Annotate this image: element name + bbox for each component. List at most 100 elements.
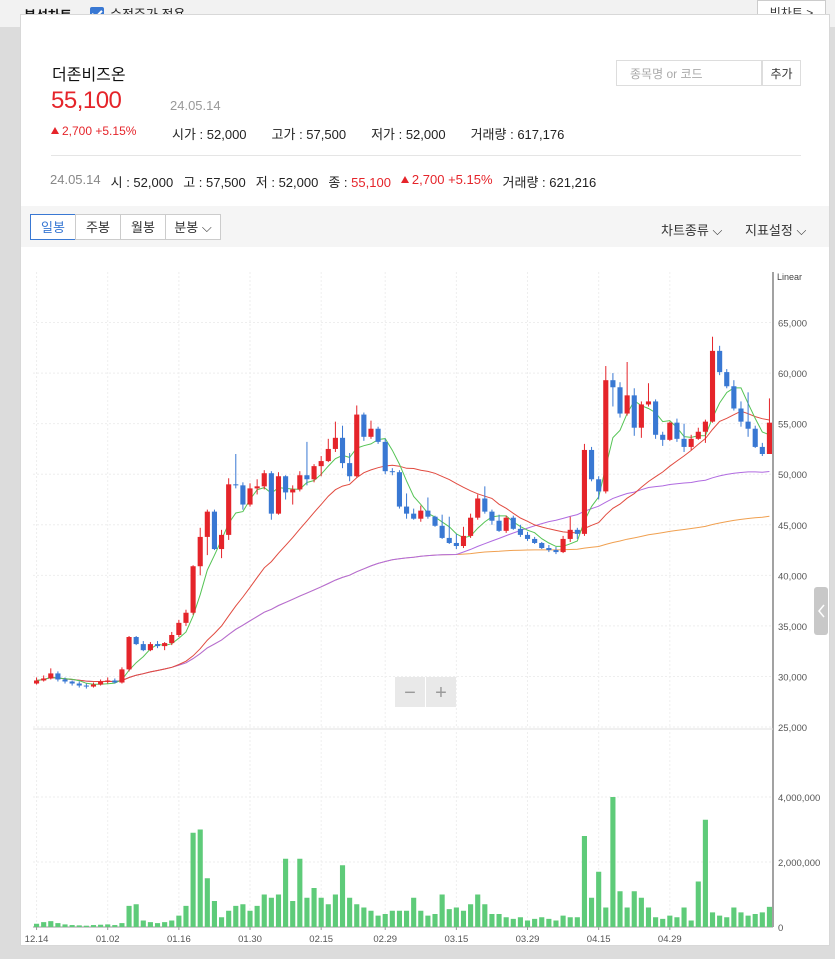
side-panel-handle[interactable] <box>814 587 828 635</box>
candle-body <box>162 643 168 647</box>
volume-bar <box>411 897 417 927</box>
candle-body <box>766 422 773 454</box>
tab-monthly[interactable]: 월봉 <box>120 214 166 240</box>
candle-body <box>325 448 331 462</box>
candle-body <box>297 475 303 490</box>
volume-bar <box>55 923 61 927</box>
price-tick-label: 40,000 <box>778 571 807 582</box>
tab-minute[interactable]: 분봉 ⌵ <box>165 214 221 240</box>
volume-bar <box>62 924 68 927</box>
price-tick-label: 60,000 <box>778 369 807 380</box>
candle-body <box>332 437 338 449</box>
candle-body <box>574 529 580 534</box>
candle-body <box>226 484 232 535</box>
candle-body <box>567 529 573 539</box>
volume-bar <box>581 836 588 927</box>
x-tick-label: 01.30 <box>238 934 262 945</box>
volume-bar <box>382 914 388 927</box>
chart-type-dropdown[interactable]: 차트종류 ⌵ <box>661 220 722 239</box>
volume-stat: 거래량 : 617,176 <box>470 127 565 142</box>
candle-body <box>617 387 623 414</box>
price-area <box>33 272 773 727</box>
volume-bar <box>724 917 730 927</box>
candle-body <box>218 534 225 550</box>
volume-bar <box>325 904 331 927</box>
candle-body <box>69 681 75 684</box>
candle-body <box>468 517 474 536</box>
volume-bar <box>660 918 666 927</box>
candle-body <box>532 538 538 543</box>
volume-bar <box>190 832 196 927</box>
x-tick-label: 04.29 <box>658 934 682 945</box>
candle-body <box>247 488 253 505</box>
volume-bar <box>610 797 616 927</box>
volume-bar <box>268 897 274 927</box>
candle-body <box>211 511 218 550</box>
candle-body <box>610 380 616 388</box>
volume-bar <box>233 905 239 927</box>
daily-open: 시 : 52,000 <box>110 175 174 190</box>
volume-bar <box>311 888 317 927</box>
candle-body <box>147 644 153 651</box>
candle-body <box>90 684 97 687</box>
volume-bar <box>197 829 203 927</box>
candle-body <box>403 506 410 514</box>
candle-body <box>432 516 438 526</box>
search-input[interactable]: 종목명 or 코드 <box>616 60 762 86</box>
volume-bar <box>688 920 694 927</box>
up-triangle-icon <box>51 127 59 134</box>
candle-body <box>624 395 630 414</box>
candle-body <box>653 401 659 435</box>
volume-bar <box>752 914 758 927</box>
volume-bar <box>169 920 175 927</box>
candle-body <box>489 511 495 521</box>
volume-bar <box>460 910 467 927</box>
tab-daily[interactable]: 일봉 <box>30 214 76 240</box>
candle-body <box>603 380 609 492</box>
volume-bar <box>709 912 716 927</box>
volume-bar <box>645 907 652 927</box>
candle-body <box>645 401 652 405</box>
candle-body <box>546 548 552 551</box>
volume-bar <box>204 878 210 927</box>
volume-bar <box>254 905 260 927</box>
volume-bar <box>574 917 580 927</box>
volume-bar <box>717 915 723 927</box>
candle-body <box>133 637 139 645</box>
volume-bar <box>617 891 623 927</box>
volume-bar <box>33 923 40 927</box>
volume-bar <box>731 907 737 927</box>
x-tick-label: 03.29 <box>516 934 540 945</box>
candle-body <box>389 471 395 473</box>
candle-body <box>596 479 602 492</box>
volume-bar <box>681 907 687 927</box>
volume-bar <box>98 924 104 927</box>
chevron-down-icon: ⌵ <box>712 223 723 238</box>
volume-bar <box>588 897 595 927</box>
add-button[interactable]: 추가 <box>762 60 801 86</box>
candle-body <box>62 679 68 682</box>
price-tick-label: 30,000 <box>778 672 807 683</box>
candle-body <box>290 489 296 493</box>
candle-body <box>524 534 531 539</box>
volume-bar <box>354 904 360 927</box>
volume-bar <box>482 904 488 927</box>
candle-body <box>560 538 566 553</box>
volume-bar <box>524 920 531 927</box>
volume-bar <box>560 915 566 927</box>
daily-date: 24.05.14 <box>50 172 101 187</box>
candle-body <box>176 622 182 635</box>
candle-body <box>318 461 324 467</box>
candle-body <box>717 350 723 373</box>
tab-weekly[interactable]: 주봉 <box>75 214 121 240</box>
stock-chart[interactable]: 65,000 60,000 55,000 50,000 45,000 40,000 35,0… <box>21 247 829 945</box>
indicator-dropdown[interactable]: 지표설정 ⌵ <box>745 220 806 239</box>
candle-body <box>240 485 246 505</box>
volume-bar <box>638 897 644 927</box>
x-tick-label: 01.16 <box>167 934 191 945</box>
candle-body <box>126 637 132 670</box>
candle-body <box>41 678 47 681</box>
candle-body <box>588 449 595 480</box>
candle-body <box>688 438 694 447</box>
volume-bar <box>247 910 253 927</box>
